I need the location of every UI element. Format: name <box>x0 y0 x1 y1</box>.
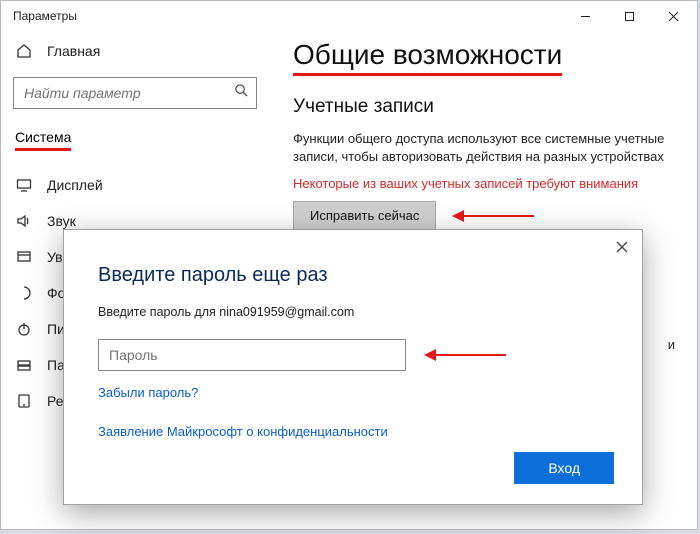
accounts-warning: Некоторые из ваших учетных записей требу… <box>293 176 673 191</box>
focus-icon <box>15 285 33 301</box>
maximize-button[interactable] <box>607 1 651 31</box>
password-input[interactable] <box>98 339 406 371</box>
fix-row: Исправить сейчас <box>293 201 673 230</box>
storage-icon <box>15 357 33 373</box>
notifications-icon <box>15 249 33 265</box>
tablet-icon <box>15 393 33 409</box>
sound-icon <box>15 213 33 229</box>
search-icon <box>234 83 249 103</box>
privacy-link[interactable]: Заявление Майкрософт о конфиденциальност… <box>98 424 608 439</box>
section-desc: Функции общего доступа используют все си… <box>293 130 673 166</box>
titlebar: Параметры <box>1 1 697 31</box>
page-title: Общие возможности <box>293 39 673 76</box>
cutoff-text: и <box>668 337 675 352</box>
nav-label: Звук <box>47 213 76 229</box>
dialog-subtitle: Введите пароль для nina091959@gmail.com <box>98 305 608 319</box>
minimize-button[interactable] <box>563 1 607 31</box>
nav-home-label: Главная <box>47 43 100 59</box>
home-icon <box>15 43 33 59</box>
nav-item-display[interactable]: Дисплей <box>1 167 269 203</box>
annotation-arrow-icon <box>424 349 514 361</box>
nav-category-label: Система <box>15 129 71 151</box>
settings-window: Параметры Главная <box>0 0 698 530</box>
display-icon <box>15 177 33 193</box>
nav-label: Дисплей <box>47 177 103 193</box>
nav-category: Система <box>1 123 269 161</box>
power-icon <box>15 321 33 337</box>
nav-home[interactable]: Главная <box>1 35 269 67</box>
search-wrap <box>13 77 257 109</box>
fix-now-button[interactable]: Исправить сейчас <box>293 201 436 230</box>
sign-in-button[interactable]: Вход <box>514 452 614 484</box>
password-row <box>98 339 608 371</box>
dialog-close-button[interactable] <box>616 240 628 257</box>
forgot-password-link[interactable]: Забыли пароль? <box>98 385 608 400</box>
section-title-accounts: Учетные записи <box>293 96 673 118</box>
dialog-title: Введите пароль еще раз <box>98 264 608 287</box>
password-dialog: Введите пароль еще раз Введите пароль дл… <box>63 229 643 505</box>
window-title: Параметры <box>13 9 77 23</box>
search-input[interactable] <box>13 77 257 109</box>
annotation-arrow-icon <box>452 210 542 222</box>
close-window-button[interactable] <box>651 1 695 31</box>
